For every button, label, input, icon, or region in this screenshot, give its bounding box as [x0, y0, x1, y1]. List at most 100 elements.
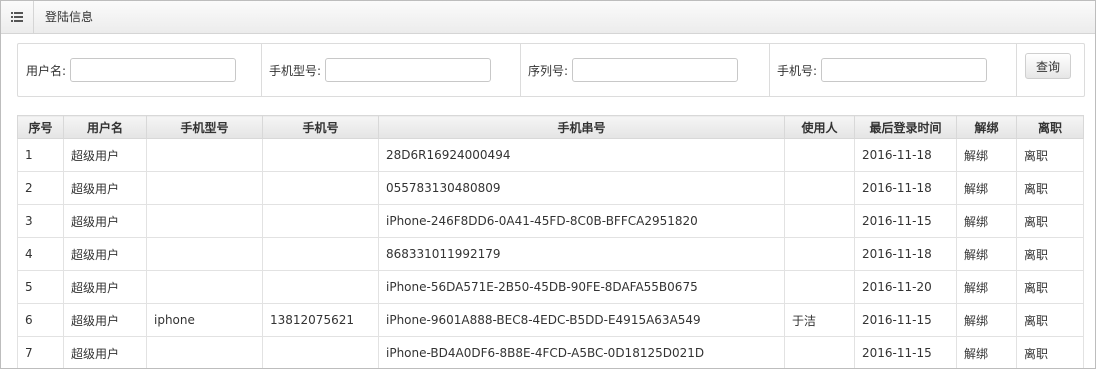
field-divider	[769, 44, 770, 96]
cell-imei: iPhone-246F8DD6-0A41-45FD-8C0B-BFFCA2951…	[378, 204, 785, 238]
table-row[interactable]: 5 超级用户 iPhone-56DA571E-2B50-45DB-90FE-8D…	[17, 270, 1084, 304]
unbind-link[interactable]: 解绑	[956, 237, 1017, 271]
cell-owner	[784, 270, 855, 304]
query-button[interactable]: 查询	[1025, 53, 1071, 79]
cell-owner	[784, 336, 855, 368]
field-divider	[1016, 44, 1017, 96]
cell-user: 超级用户	[63, 204, 147, 238]
cell-last-login: 2016-11-18	[854, 237, 957, 271]
field-divider	[520, 44, 521, 96]
cell-model	[146, 336, 263, 368]
cell-no: 4	[17, 237, 64, 271]
col-header-user[interactable]: 用户名	[63, 115, 147, 139]
model-field-group: 手机型号:	[269, 44, 492, 96]
login-info-panel: 登陆信息 用户名: 手机型号: 序列号: 手机号: 查询 序号 用户名 手机型号…	[0, 0, 1096, 369]
phone-label: 手机号:	[777, 63, 818, 78]
table-header-row: 序号 用户名 手机型号 手机号 手机串号 使用人 最后登录时间 解绑 离职	[17, 115, 1084, 139]
cell-last-login: 2016-11-20	[854, 270, 957, 304]
table-row[interactable]: 3 超级用户 iPhone-246F8DD6-0A41-45FD-8C0B-BF…	[17, 204, 1084, 238]
table-row[interactable]: 7 超级用户 iPhone-BD4A0DF6-8B8E-4FCD-A5BC-0D…	[17, 336, 1084, 368]
model-label: 手机型号:	[269, 63, 322, 78]
cell-last-login: 2016-11-15	[854, 303, 957, 337]
cell-last-login: 2016-11-18	[854, 171, 957, 205]
cell-imei: 868331011992179	[378, 237, 785, 271]
resign-link[interactable]: 离职	[1016, 171, 1084, 205]
cell-user: 超级用户	[63, 270, 147, 304]
resign-link[interactable]: 离职	[1016, 204, 1084, 238]
cell-user: 超级用户	[63, 237, 147, 271]
login-table-wrapper: 序号 用户名 手机型号 手机号 手机串号 使用人 最后登录时间 解绑 离职 1 …	[17, 115, 1084, 368]
col-header-unbind[interactable]: 解绑	[956, 115, 1017, 139]
resign-link[interactable]: 离职	[1016, 237, 1084, 271]
cell-model	[146, 171, 263, 205]
username-field-group: 用户名:	[26, 44, 237, 96]
cell-user: 超级用户	[63, 303, 147, 337]
cell-last-login: 2016-11-15	[854, 204, 957, 238]
cell-model: iphone	[146, 303, 263, 337]
serial-label: 序列号:	[528, 63, 569, 78]
field-divider	[261, 44, 262, 96]
phone-input[interactable]	[821, 58, 988, 82]
unbind-link[interactable]: 解绑	[956, 270, 1017, 304]
cell-phone	[262, 336, 379, 368]
unbind-link[interactable]: 解绑	[956, 138, 1017, 172]
cell-imei: 055783130480809	[378, 171, 785, 205]
resign-link[interactable]: 离职	[1016, 138, 1084, 172]
table-row[interactable]: 4 超级用户 868331011992179 2016-11-18 解绑 离职	[17, 237, 1084, 271]
cell-no: 5	[17, 270, 64, 304]
cell-no: 2	[17, 171, 64, 205]
cell-model	[146, 270, 263, 304]
col-header-resign[interactable]: 离职	[1016, 115, 1084, 139]
cell-imei: iPhone-9601A888-BEC8-4EDC-B5DD-E4915A63A…	[378, 303, 785, 337]
login-table: 序号 用户名 手机型号 手机号 手机串号 使用人 最后登录时间 解绑 离职 1 …	[17, 115, 1084, 368]
serial-field-group: 序列号:	[528, 44, 739, 96]
phone-field-group: 手机号:	[777, 44, 988, 96]
col-header-imei[interactable]: 手机串号	[378, 115, 785, 139]
username-label: 用户名:	[26, 63, 67, 78]
cell-phone: 13812075621	[262, 303, 379, 337]
cell-phone	[262, 270, 379, 304]
panel-header: 登陆信息	[1, 1, 1095, 34]
serial-input[interactable]	[572, 58, 739, 82]
resign-link[interactable]: 离职	[1016, 336, 1084, 368]
cell-phone	[262, 171, 379, 205]
cell-owner	[784, 204, 855, 238]
cell-phone	[262, 138, 379, 172]
cell-user: 超级用户	[63, 171, 147, 205]
cell-imei: 28D6R16924000494	[378, 138, 785, 172]
resign-link[interactable]: 离职	[1016, 303, 1084, 337]
cell-no: 7	[17, 336, 64, 368]
unbind-link[interactable]: 解绑	[956, 336, 1017, 368]
table-row[interactable]: 6 超级用户 iphone 13812075621 iPhone-9601A88…	[17, 303, 1084, 337]
col-header-last-login[interactable]: 最后登录时间	[854, 115, 957, 139]
cell-user: 超级用户	[63, 138, 147, 172]
cell-owner	[784, 138, 855, 172]
table-row[interactable]: 2 超级用户 055783130480809 2016-11-18 解绑 离职	[17, 171, 1084, 205]
cell-model	[146, 237, 263, 271]
cell-model	[146, 138, 263, 172]
model-input[interactable]	[325, 58, 492, 82]
list-icon[interactable]	[1, 1, 34, 33]
cell-last-login: 2016-11-18	[854, 138, 957, 172]
resign-link[interactable]: 离职	[1016, 270, 1084, 304]
username-input[interactable]	[70, 58, 237, 82]
unbind-link[interactable]: 解绑	[956, 171, 1017, 205]
search-form: 用户名: 手机型号: 序列号: 手机号: 查询	[17, 43, 1085, 97]
col-header-phone[interactable]: 手机号	[262, 115, 379, 139]
cell-no: 3	[17, 204, 64, 238]
col-header-owner[interactable]: 使用人	[784, 115, 855, 139]
col-header-model[interactable]: 手机型号	[146, 115, 263, 139]
cell-imei: iPhone-BD4A0DF6-8B8E-4FCD-A5BC-0D18125D0…	[378, 336, 785, 368]
cell-owner	[784, 171, 855, 205]
cell-phone	[262, 204, 379, 238]
cell-last-login: 2016-11-15	[854, 336, 957, 368]
unbind-link[interactable]: 解绑	[956, 303, 1017, 337]
col-header-no[interactable]: 序号	[17, 115, 64, 139]
cell-owner	[784, 237, 855, 271]
cell-no: 6	[17, 303, 64, 337]
cell-model	[146, 204, 263, 238]
table-row[interactable]: 1 超级用户 28D6R16924000494 2016-11-18 解绑 离职	[17, 138, 1084, 172]
cell-owner: 于洁	[784, 303, 855, 337]
unbind-link[interactable]: 解绑	[956, 204, 1017, 238]
cell-imei: iPhone-56DA571E-2B50-45DB-90FE-8DAFA55B0…	[378, 270, 785, 304]
